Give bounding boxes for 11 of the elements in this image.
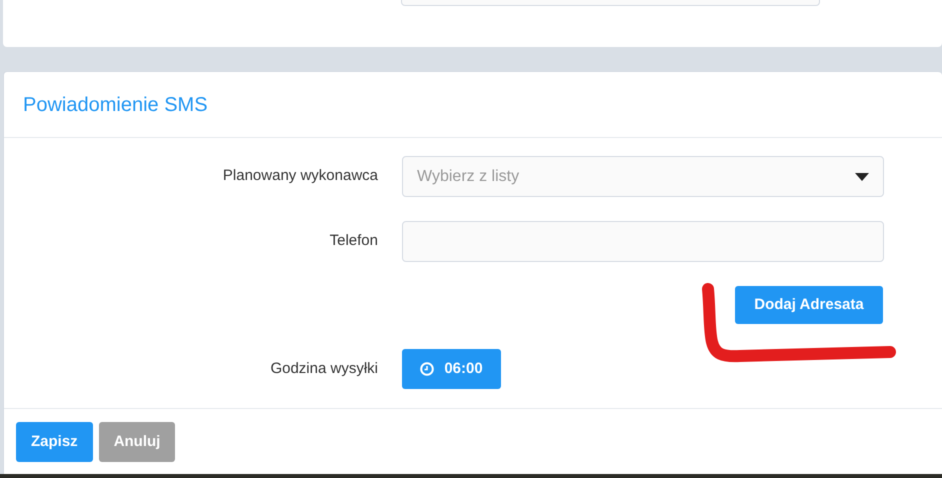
section-title: Powiadomienie SMS bbox=[23, 92, 208, 118]
field-label: Godzina wysyłki bbox=[269, 358, 378, 379]
save-button[interactable]: Zapisz bbox=[16, 422, 93, 462]
clock-icon bbox=[420, 362, 434, 376]
add-recipient-button[interactable]: Dodaj Adresata bbox=[735, 286, 883, 324]
field-label: Telefon bbox=[328, 231, 378, 252]
field-label: Planowany wykonawca bbox=[222, 166, 378, 186]
time-button[interactable]: 06:00 bbox=[402, 349, 501, 389]
cancel-button[interactable]: Anuluj bbox=[98, 422, 176, 462]
dropdown-caret-icon bbox=[855, 172, 869, 180]
select-dropdown[interactable]: Wybierz z listy bbox=[402, 156, 884, 197]
